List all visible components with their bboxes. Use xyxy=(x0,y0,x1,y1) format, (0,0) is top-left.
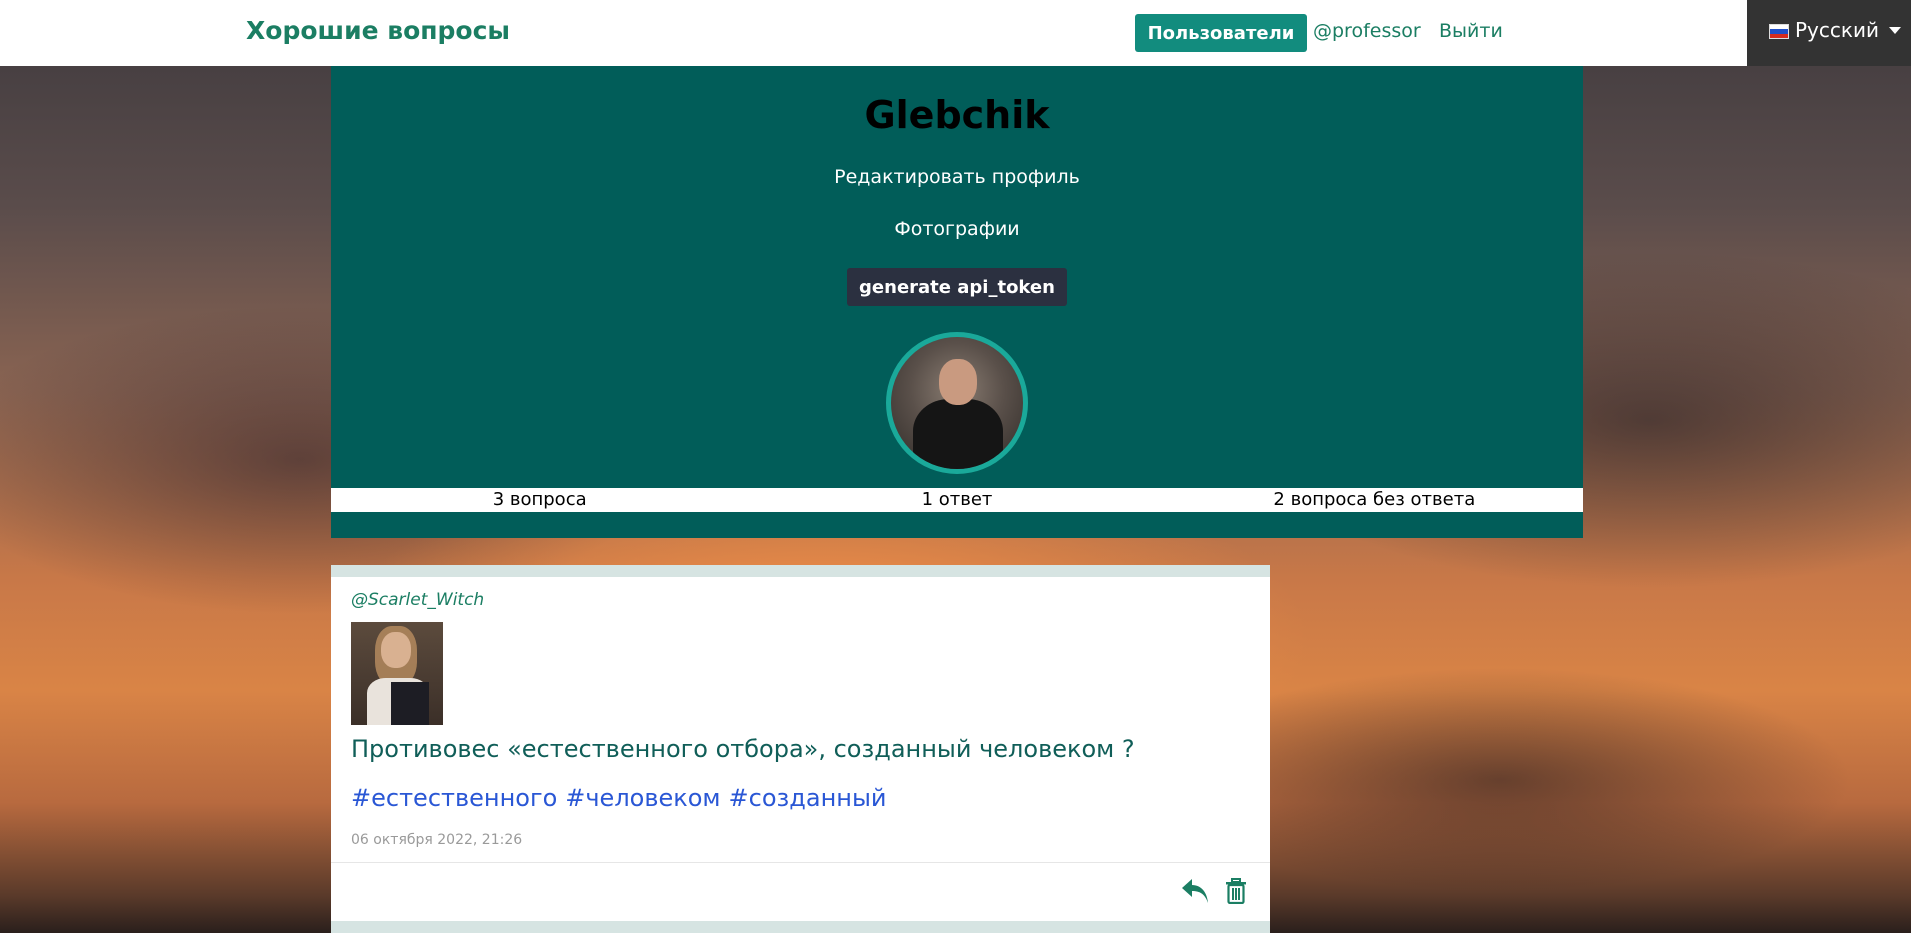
question-card: @Scarlet_Witch Противовес «естественного… xyxy=(331,577,1270,921)
avatar-body-shape xyxy=(913,399,1003,469)
profile-panel: Glebchik Редактировать профиль Фотографи… xyxy=(331,66,1583,538)
generate-token-button[interactable]: generate api_token xyxy=(847,268,1067,306)
photo-face-shape xyxy=(381,632,411,668)
language-dropdown[interactable]: Русский xyxy=(1747,0,1911,66)
russian-flag-icon xyxy=(1769,24,1789,39)
current-user-link[interactable]: @professor xyxy=(1313,20,1421,42)
top-navbar: Хорошие вопросы Пользователи @professor … xyxy=(0,0,1747,66)
language-label: Русский xyxy=(1795,18,1879,42)
photo-pants-shape xyxy=(391,682,429,725)
author-photo[interactable] xyxy=(351,622,443,725)
card-bottom-border xyxy=(331,921,1270,933)
profile-stats: 3 вопроса 1 ответ 2 вопроса без ответа xyxy=(331,488,1583,512)
photos-link[interactable]: Фотографии xyxy=(331,218,1583,240)
tag-link[interactable]: #созданный xyxy=(729,784,887,812)
stat-answers: 1 ответ xyxy=(921,489,993,510)
caret-down-icon xyxy=(1888,27,1901,34)
tag-link[interactable]: #естественного xyxy=(351,784,557,812)
avatar-head-shape xyxy=(939,359,977,405)
stat-questions: 3 вопроса xyxy=(492,489,587,510)
question-title[interactable]: Противовес «естественного отбора», созда… xyxy=(351,735,1135,763)
question-author-link[interactable]: @Scarlet_Witch xyxy=(351,590,484,610)
logout-link[interactable]: Выйти xyxy=(1439,20,1503,42)
brand-logo[interactable]: Хорошие вопросы xyxy=(246,16,510,45)
profile-avatar xyxy=(886,332,1028,474)
users-button[interactable]: Пользователи xyxy=(1135,14,1307,52)
stat-unanswered: 2 вопроса без ответа xyxy=(1273,489,1476,510)
question-tags: #естественного #человеком #созданный xyxy=(351,784,887,812)
profile-name: Glebchik xyxy=(864,93,1050,137)
card-top-border xyxy=(331,565,1270,577)
card-divider xyxy=(331,862,1270,863)
tag-link[interactable]: #человеком xyxy=(565,784,720,812)
reply-icon[interactable] xyxy=(1180,877,1210,905)
trash-icon[interactable] xyxy=(1225,878,1247,904)
edit-profile-link[interactable]: Редактировать профиль xyxy=(331,166,1583,188)
question-date: 06 октября 2022, 21:26 xyxy=(351,832,523,848)
